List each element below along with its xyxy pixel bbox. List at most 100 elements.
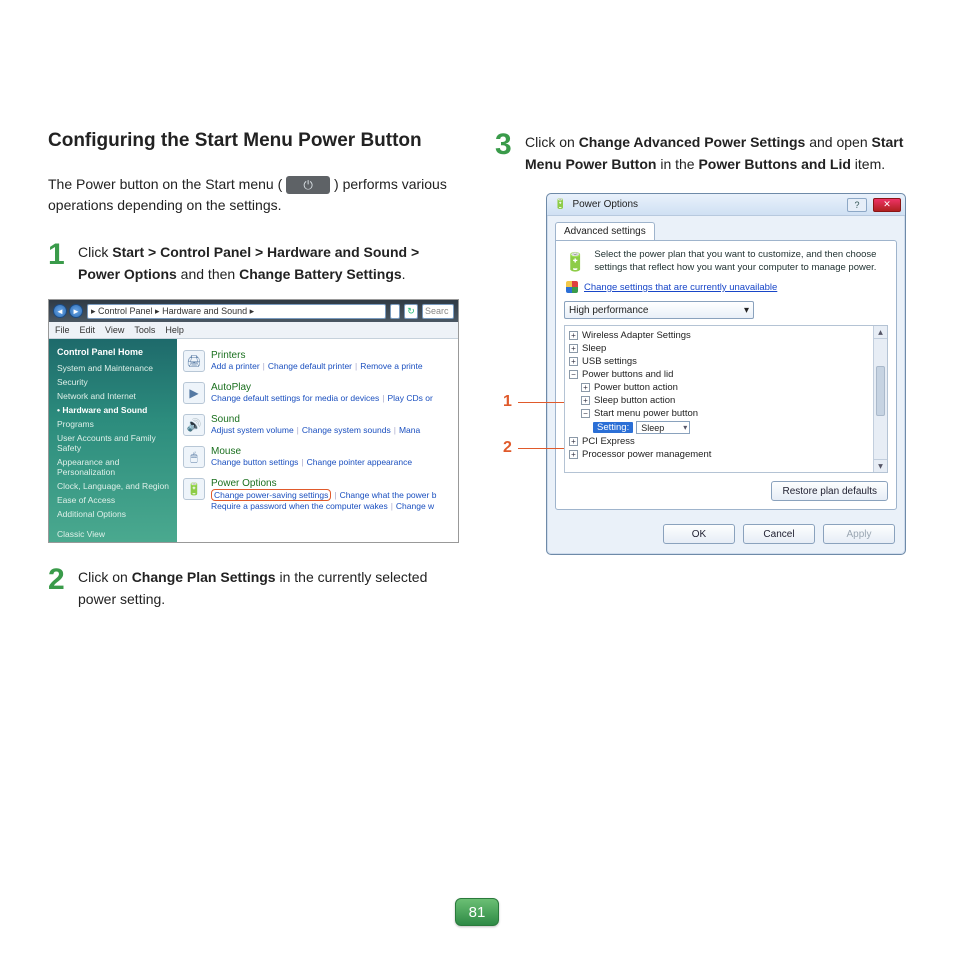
- step-2-text: Click on Change Plan Settings in the cur…: [78, 565, 459, 610]
- cat-power-options[interactable]: Power Options: [211, 478, 458, 489]
- link-require-password[interactable]: Require a password when the computer wak…: [211, 501, 388, 511]
- restore-defaults-button[interactable]: Restore plan defaults: [771, 481, 888, 501]
- breadcrumb[interactable]: ▸ Control Panel ▸ Hardware and Sound ▸: [87, 304, 386, 319]
- setting-value-select[interactable]: Sleep: [636, 421, 690, 434]
- tab-advanced-settings[interactable]: Advanced settings: [555, 222, 655, 240]
- forward-button[interactable]: ►: [69, 304, 83, 318]
- tree-sleep[interactable]: Sleep: [582, 343, 606, 354]
- expand-icon[interactable]: +: [569, 344, 578, 353]
- step-3: 3 Click on Change Advanced Power Setting…: [495, 130, 906, 175]
- search-input[interactable]: Searc: [422, 304, 454, 319]
- page-heading: Configuring the Start Menu Power Button: [48, 130, 459, 152]
- power-icon: [286, 176, 330, 194]
- ok-button[interactable]: OK: [663, 524, 735, 544]
- chevron-down-icon: ▾: [744, 305, 749, 316]
- sidebar-item-appearance[interactable]: Appearance and Personalization: [57, 457, 169, 477]
- settings-tree[interactable]: + Wireless Adapter Settings + Sleep + USB s…: [564, 325, 888, 473]
- intro-text-a: The Power button on the Start menu (: [48, 176, 282, 192]
- cat-autoplay[interactable]: AutoPlay: [211, 382, 458, 393]
- link-change-w[interactable]: Change w: [396, 501, 434, 511]
- step-1: 1 Click Start > Control Panel > Hardware…: [48, 240, 459, 285]
- sidebar-item-clock[interactable]: Clock, Language, and Region: [57, 481, 169, 491]
- dialog-description: Select the power plan that you want to c…: [594, 249, 888, 275]
- expand-icon[interactable]: +: [569, 450, 578, 459]
- tree-start-menu-power-button[interactable]: Start menu power button: [594, 408, 698, 419]
- scroll-down-icon[interactable]: ▾: [874, 459, 887, 472]
- tree-scrollbar[interactable]: ▴ ▾: [873, 326, 887, 472]
- sidebar-item-additional[interactable]: Additional Options: [57, 509, 169, 519]
- breadcrumb-dropdown[interactable]: ▾: [390, 304, 400, 319]
- menu-help[interactable]: Help: [165, 325, 184, 335]
- sidebar-item-users[interactable]: User Accounts and Family Safety: [57, 433, 169, 453]
- plan-select[interactable]: High performance▾: [564, 301, 754, 319]
- link-remove-printer[interactable]: Remove a printe: [360, 361, 422, 371]
- printers-icon: 🖨: [183, 350, 205, 372]
- link-sound-manage[interactable]: Mana: [399, 425, 420, 435]
- tree-pci-express[interactable]: PCI Express: [582, 436, 635, 447]
- sidebar: Control Panel Home System and Maintenanc…: [49, 339, 177, 542]
- sidebar-item-network[interactable]: Network and Internet: [57, 391, 169, 401]
- step-1-text: Click Start > Control Panel > Hardware a…: [78, 240, 459, 285]
- sidebar-item-system[interactable]: System and Maintenance: [57, 363, 169, 373]
- step-2-number: 2: [48, 565, 70, 610]
- page-number-badge: 81: [455, 898, 499, 926]
- close-button[interactable]: ✕: [873, 198, 901, 212]
- screenshot-power-options-dialog: 🔋 Power Options ? ✕ Advanced settings 🔋 …: [546, 193, 906, 555]
- link-adjust-volume[interactable]: Adjust system volume: [211, 425, 294, 435]
- link-autoplay-defaults[interactable]: Change default settings for media or dev…: [211, 393, 379, 403]
- tree-power-buttons-lid[interactable]: Power buttons and lid: [582, 369, 673, 380]
- menu-bar: File Edit View Tools Help: [49, 322, 458, 339]
- refresh-button[interactable]: ↻: [404, 304, 418, 319]
- step-3-number: 3: [495, 130, 517, 175]
- cat-printers[interactable]: Printers: [211, 350, 458, 361]
- cat-sound[interactable]: Sound: [211, 414, 458, 425]
- tree-power-button-action[interactable]: Power button action: [594, 382, 678, 393]
- category-pane: 🖨PrintersAdd a printer|Change default pr…: [177, 339, 458, 542]
- menu-file[interactable]: File: [55, 325, 70, 335]
- collapse-icon[interactable]: −: [581, 409, 590, 418]
- link-mouse-buttons[interactable]: Change button settings: [211, 457, 298, 467]
- expand-icon[interactable]: +: [581, 383, 590, 392]
- link-change-unavailable[interactable]: Change settings that are currently unava…: [566, 281, 888, 293]
- link-pointer-appearance[interactable]: Change pointer appearance: [307, 457, 412, 467]
- tree-wireless[interactable]: Wireless Adapter Settings: [582, 330, 691, 341]
- expand-icon[interactable]: +: [569, 357, 578, 366]
- link-change-power-button[interactable]: Change what the power b: [340, 490, 437, 500]
- apply-button[interactable]: Apply: [823, 524, 895, 544]
- step-2: 2 Click on Change Plan Settings in the c…: [48, 565, 459, 610]
- scroll-thumb[interactable]: [876, 366, 885, 416]
- sidebar-item-programs[interactable]: Programs: [57, 419, 169, 429]
- menu-tools[interactable]: Tools: [134, 325, 155, 335]
- power-plan-icon: 🔋: [564, 249, 586, 275]
- tree-sleep-button-action[interactable]: Sleep button action: [594, 395, 675, 406]
- sidebar-item-security[interactable]: Security: [57, 377, 169, 387]
- cat-mouse[interactable]: Mouse: [211, 446, 458, 457]
- back-button[interactable]: ◄: [53, 304, 67, 318]
- link-add-printer[interactable]: Add a printer: [211, 361, 260, 371]
- sidebar-header[interactable]: Control Panel Home: [57, 347, 169, 357]
- sound-icon: 🔊: [183, 414, 205, 436]
- mouse-icon: 🖱: [183, 446, 205, 468]
- autoplay-icon: ▶: [183, 382, 205, 404]
- tree-processor[interactable]: Processor power management: [582, 449, 711, 460]
- menu-edit[interactable]: Edit: [80, 325, 96, 335]
- help-button[interactable]: ?: [847, 198, 867, 212]
- link-change-sounds[interactable]: Change system sounds: [302, 425, 391, 435]
- link-change-power-saving[interactable]: Change power-saving settings: [211, 489, 331, 501]
- expand-icon[interactable]: +: [581, 396, 590, 405]
- sidebar-item-ease[interactable]: Ease of Access: [57, 495, 169, 505]
- expand-icon[interactable]: +: [569, 331, 578, 340]
- link-change-default-printer[interactable]: Change default printer: [268, 361, 352, 371]
- menu-view[interactable]: View: [105, 325, 124, 335]
- sidebar-classic-view[interactable]: Classic View: [57, 529, 169, 539]
- scroll-up-icon[interactable]: ▴: [874, 326, 887, 339]
- cancel-button[interactable]: Cancel: [743, 524, 815, 544]
- tree-usb[interactable]: USB settings: [582, 356, 637, 367]
- link-play-cds[interactable]: Play CDs or: [387, 393, 432, 403]
- sidebar-item-hardware[interactable]: Hardware and Sound: [57, 405, 169, 415]
- expand-icon[interactable]: +: [569, 437, 578, 446]
- shield-icon: [566, 281, 578, 293]
- screenshot-control-panel: ◄ ► ▸ Control Panel ▸ Hardware and Sound…: [48, 299, 459, 543]
- collapse-icon[interactable]: −: [569, 370, 578, 379]
- callout-1: 1: [503, 393, 566, 411]
